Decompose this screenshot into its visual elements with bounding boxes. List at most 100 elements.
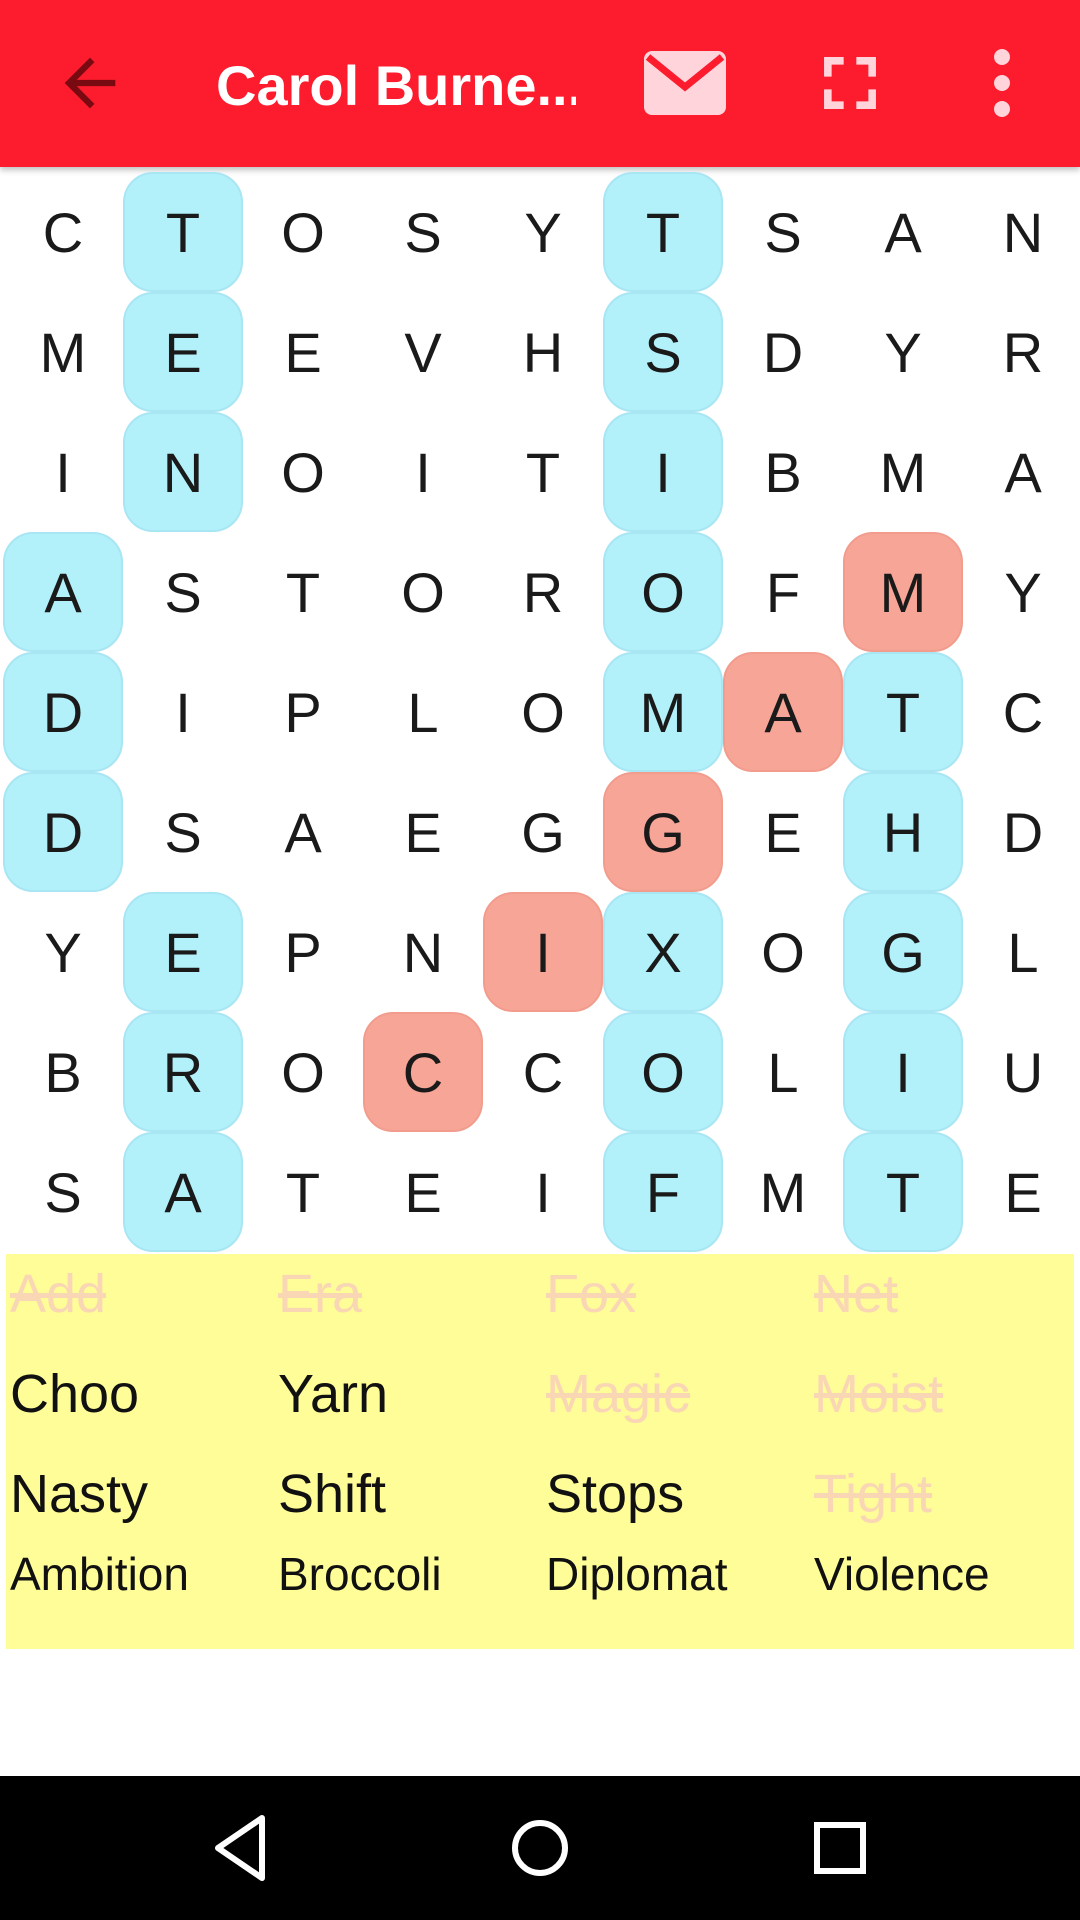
fullscreen-icon[interactable] xyxy=(812,45,888,121)
page-title: Carol Burne... xyxy=(216,54,576,117)
grid-cell[interactable]: L xyxy=(363,652,483,772)
grid-cell[interactable]: R xyxy=(123,1012,243,1132)
grid-cell[interactable]: O xyxy=(243,1012,363,1132)
grid-cell[interactable]: O xyxy=(603,532,723,652)
grid-cell[interactable]: T xyxy=(243,532,363,652)
grid-cell[interactable]: D xyxy=(723,292,843,412)
grid-cell[interactable]: F xyxy=(723,532,843,652)
grid-cell[interactable]: C xyxy=(483,1012,603,1132)
grid-cell[interactable]: V xyxy=(363,292,483,412)
grid-cell[interactable]: E xyxy=(363,1132,483,1252)
grid-cell[interactable]: A xyxy=(843,172,963,292)
word-item: Stops xyxy=(546,1464,685,1524)
grid-cell[interactable]: L xyxy=(723,1012,843,1132)
grid-cell[interactable]: A xyxy=(963,412,1080,532)
grid-cell[interactable]: A xyxy=(243,772,363,892)
grid-cell[interactable]: S xyxy=(3,1132,123,1252)
grid-cell[interactable]: O xyxy=(603,1012,723,1132)
grid-cell[interactable]: E xyxy=(243,292,363,412)
word-item: Shift xyxy=(278,1464,387,1524)
grid-cell[interactable]: O xyxy=(243,172,363,292)
grid-cell[interactable]: C xyxy=(363,1012,483,1132)
grid-cell[interactable]: A xyxy=(3,532,123,652)
grid-cell[interactable]: Y xyxy=(843,292,963,412)
back-arrow-icon[interactable] xyxy=(52,45,128,121)
grid-cell[interactable]: S xyxy=(123,532,243,652)
grid-cell[interactable]: P xyxy=(243,652,363,772)
grid-cell[interactable]: C xyxy=(3,172,123,292)
grid-cell[interactable]: G xyxy=(603,772,723,892)
grid-cell[interactable]: E xyxy=(723,772,843,892)
grid-cell[interactable]: F xyxy=(603,1132,723,1252)
word-item: Net xyxy=(814,1264,899,1324)
word-item: Violence xyxy=(814,1548,990,1600)
grid-cell[interactable]: Y xyxy=(483,172,603,292)
grid-cell[interactable]: D xyxy=(3,652,123,772)
grid-cell[interactable]: M xyxy=(843,412,963,532)
grid-cell[interactable]: S xyxy=(363,172,483,292)
grid-cell[interactable]: T xyxy=(483,412,603,532)
grid-cell[interactable]: I xyxy=(603,412,723,532)
grid-cell[interactable]: S xyxy=(123,772,243,892)
grid-cell[interactable]: O xyxy=(243,412,363,532)
grid-cell[interactable]: C xyxy=(963,652,1080,772)
grid-cell[interactable]: E xyxy=(963,1132,1080,1252)
grid-cell[interactable]: S xyxy=(723,172,843,292)
grid-cell[interactable]: R xyxy=(483,532,603,652)
grid-cell[interactable]: I xyxy=(843,1012,963,1132)
word-item: Fox xyxy=(546,1264,637,1324)
grid-cell[interactable]: A xyxy=(723,652,843,772)
grid-cell[interactable]: H xyxy=(843,772,963,892)
recents-square-icon[interactable] xyxy=(800,1808,880,1888)
navigation-bar xyxy=(0,1776,1080,1920)
grid-cell[interactable]: M xyxy=(3,292,123,412)
grid-cell[interactable]: Y xyxy=(3,892,123,1012)
word-item: Era xyxy=(278,1264,363,1324)
grid-cell[interactable]: T xyxy=(603,172,723,292)
grid-cell[interactable]: E xyxy=(123,892,243,1012)
grid-cell[interactable]: T xyxy=(123,172,243,292)
grid-cell[interactable]: D xyxy=(963,772,1080,892)
grid-cell[interactable]: T xyxy=(843,652,963,772)
word-list: Add Era Fox Net Choo Yarn Magic Moist Nasty Shift… xyxy=(6,1254,1074,1649)
back-triangle-icon[interactable] xyxy=(200,1808,280,1888)
grid-cell[interactable]: R xyxy=(963,292,1080,412)
grid-cell[interactable]: I xyxy=(363,412,483,532)
grid-cell[interactable]: M xyxy=(843,532,963,652)
mail-icon[interactable] xyxy=(640,45,730,121)
letter-grid[interactable]: CTOSYTSANMEEVHSDYRINOITIBMAASTOROFMYDIPL… xyxy=(3,172,1080,1252)
grid-cell[interactable]: I xyxy=(483,1132,603,1252)
grid-cell[interactable]: P xyxy=(243,892,363,1012)
home-circle-icon[interactable] xyxy=(500,1808,580,1888)
grid-cell[interactable]: O xyxy=(363,532,483,652)
grid-cell[interactable]: Y xyxy=(963,532,1080,652)
grid-cell[interactable]: E xyxy=(363,772,483,892)
grid-cell[interactable]: T xyxy=(243,1132,363,1252)
grid-cell[interactable]: N xyxy=(963,172,1080,292)
grid-cell[interactable]: M xyxy=(603,652,723,772)
grid-cell[interactable]: I xyxy=(123,652,243,772)
grid-cell[interactable]: D xyxy=(3,772,123,892)
grid-cell[interactable]: X xyxy=(603,892,723,1012)
grid-cell[interactable]: O xyxy=(483,652,603,772)
grid-cell[interactable]: B xyxy=(723,412,843,532)
word-item: Tight xyxy=(814,1464,933,1524)
grid-cell[interactable]: S xyxy=(603,292,723,412)
grid-cell[interactable]: E xyxy=(123,292,243,412)
grid-cell[interactable]: A xyxy=(123,1132,243,1252)
grid-cell[interactable]: O xyxy=(723,892,843,1012)
grid-cell[interactable]: I xyxy=(3,412,123,532)
grid-cell[interactable]: N xyxy=(123,412,243,532)
grid-cell[interactable]: M xyxy=(723,1132,843,1252)
grid-cell[interactable]: H xyxy=(483,292,603,412)
grid-cell[interactable]: G xyxy=(483,772,603,892)
grid-cell[interactable]: G xyxy=(843,892,963,1012)
grid-cell[interactable]: N xyxy=(363,892,483,1012)
word-item: Yarn xyxy=(278,1364,389,1424)
grid-cell[interactable]: U xyxy=(963,1012,1080,1132)
grid-cell[interactable]: I xyxy=(483,892,603,1012)
more-vert-icon[interactable] xyxy=(982,45,1022,121)
grid-cell[interactable]: B xyxy=(3,1012,123,1132)
grid-cell[interactable]: T xyxy=(843,1132,963,1252)
grid-cell[interactable]: L xyxy=(963,892,1080,1012)
